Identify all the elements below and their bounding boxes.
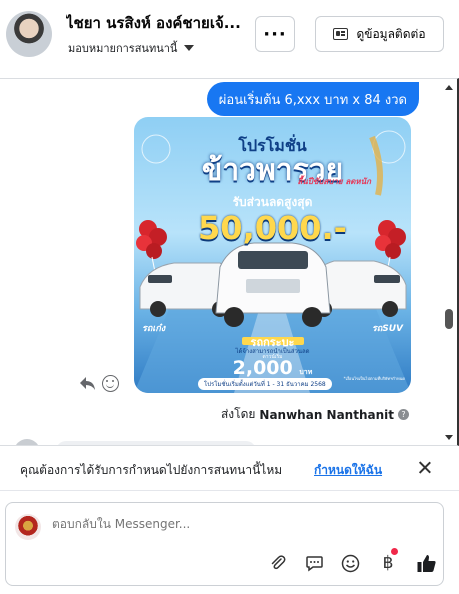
assign-question: คุณต้องการได้รับการกำหนดไปยังการสนทนานี้… [20,463,283,477]
chat-bubble-icon[interactable] [302,551,326,575]
scroll-up-arrow-icon[interactable] [445,85,453,90]
promo-discount-amount: 50,000.- [198,209,347,247]
contact-avatar[interactable] [6,11,52,57]
more-icon: ··· [263,23,287,45]
view-contact-button[interactable]: ดูข้อมูลติดต่อ [315,16,444,52]
conversation-header: ไชยา นรสิงห์ องค์ชายเจ้... มอบหมายการสนท… [0,0,459,78]
scrollbar-thumb[interactable] [445,309,453,329]
more-options-button[interactable]: ··· [255,16,295,52]
smiley-icon[interactable] [338,551,362,575]
caret-down-icon [184,45,195,51]
promo-price-unit: บาท [299,368,313,376]
promo-date: โปรโมชั่นเริ่มตั้งแต่วันที่ 1 - 31 ธันวา… [198,378,332,390]
next-message-bubble [56,441,256,445]
promo-tagline: ลื้นปีขับสบาย ลดหนัก [297,177,371,186]
sent-message-bubble[interactable]: ผ่อนเริ่มต้น 6,xxx บาท x 84 งวด [206,82,419,116]
assign-label: มอบหมายการสนทนานี้ [68,42,178,55]
sent-by-prefix: ส่งโดย [220,407,256,421]
sent-by-line: ส่งโดย Nanwhan Nanthanit ? [221,405,409,424]
thumbs-up-icon[interactable] [414,551,438,575]
assign-to-me-link[interactable]: กำหนดให้ฉัน [314,461,382,480]
reply-icon[interactable] [79,374,97,392]
contact-card-icon [333,28,349,40]
reply-input[interactable] [52,517,352,531]
page-avatar [15,514,41,540]
sender-name: Nanwhan Nanthanit [259,407,394,422]
promo-image[interactable]: โปรโมชั่น ข้าวพารวย ลื้นปีขับสบาย ลดหนัก… [134,117,411,393]
react-smiley-icon[interactable] [102,375,119,392]
view-contact-label: ดูข้อมูลติดต่อ [356,26,426,41]
baht-icon[interactable]: ฿ [376,551,400,575]
promo-footnote: *เงื่อนไขเป็นไปตามที่บริษัทฯกำหนด [343,376,405,381]
contact-name[interactable]: ไชยา นรสิงห์ องค์ชายเจ้... [66,11,252,35]
next-message-avatar [14,439,40,445]
reply-composer: ฿ [5,502,444,586]
assign-dropdown[interactable]: มอบหมายการสนทนานี้ [68,39,195,57]
info-icon[interactable]: ? [398,409,409,420]
promo-price-value: 2,000 [232,357,293,379]
notification-dot [391,548,398,555]
close-icon[interactable] [417,460,433,476]
assign-prompt-bar: คุณต้องการได้รับการกำหนดไปยังการสนทนานี้… [0,447,459,491]
scroll-down-arrow-icon[interactable] [445,435,453,440]
composer-toolbar: ฿ [266,551,436,575]
message-text: ผ่อนเริ่มต้น 6,xxx บาท x 84 งวด [218,92,407,108]
paperclip-icon[interactable] [266,551,290,575]
message-thread[interactable]: ผ่อนเริ่มต้น 6,xxx บาท x 84 งวด โปรโมชั่… [0,78,459,446]
